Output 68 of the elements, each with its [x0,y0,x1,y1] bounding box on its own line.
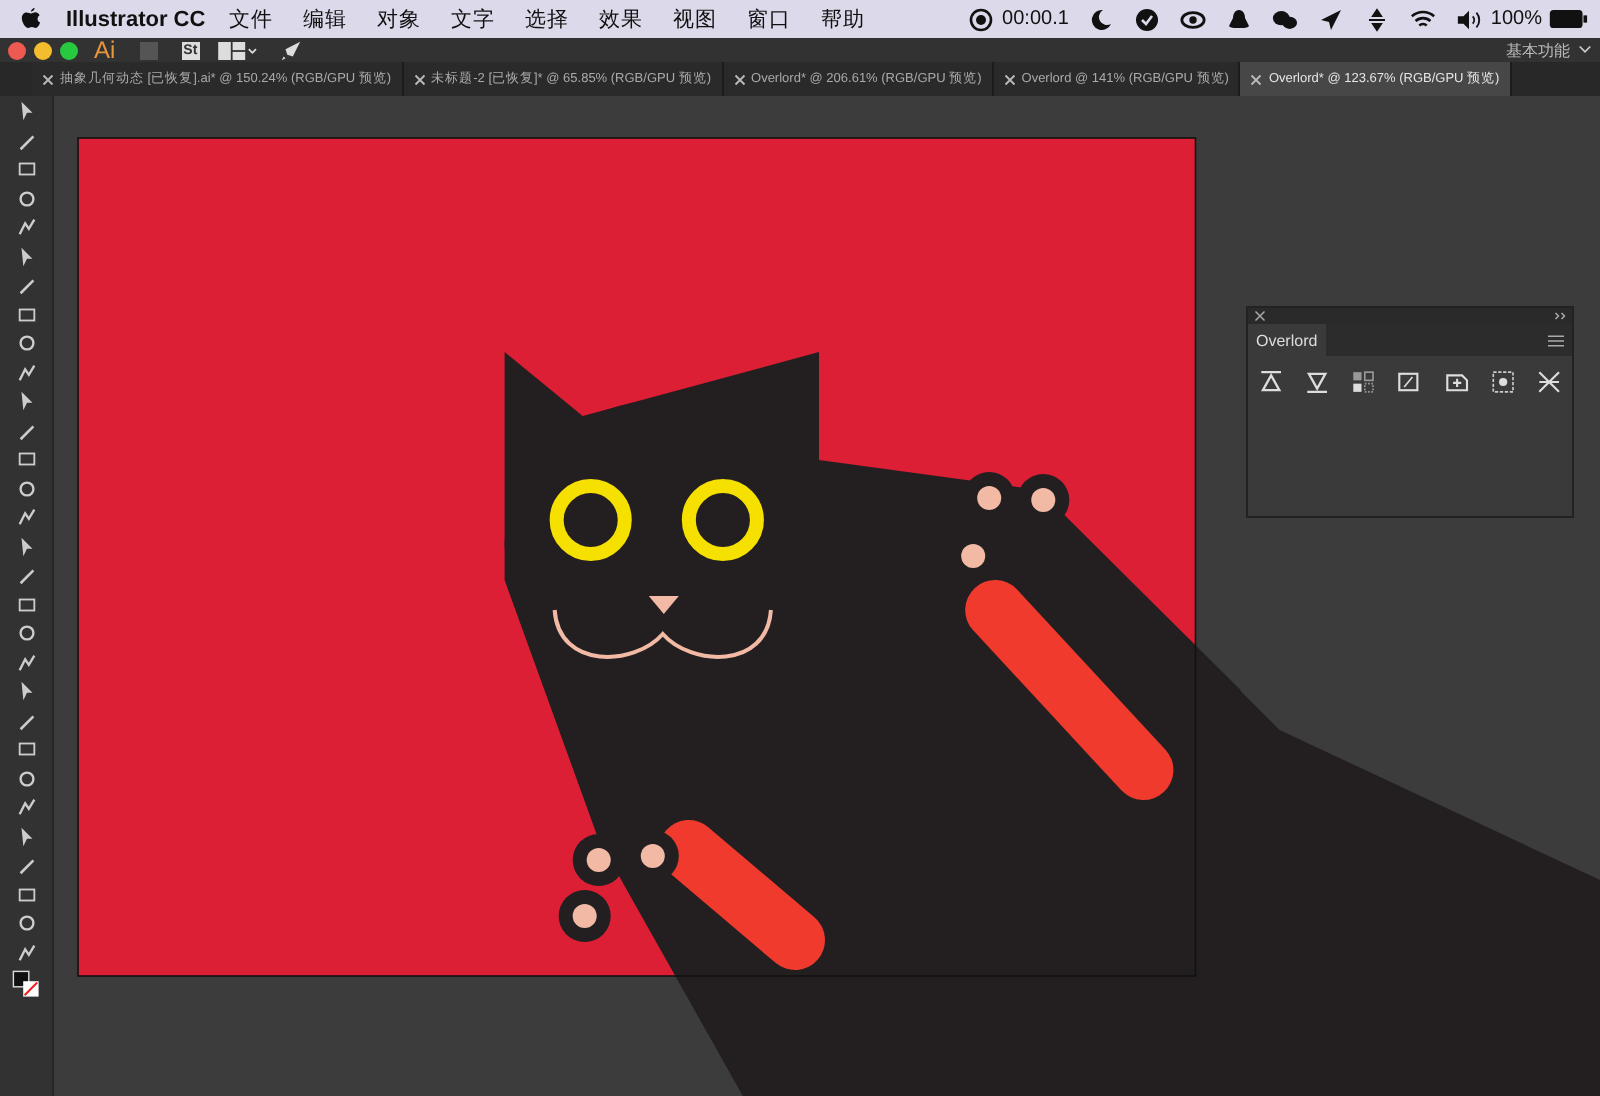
menu-item[interactable]: 选择 [525,5,570,33]
arrows-icon[interactable] [1364,7,1391,31]
close-icon[interactable] [42,73,54,85]
overlord-tool-icon[interactable] [1535,368,1562,396]
chat-bubbles-icon[interactable] [1272,7,1299,31]
tool-icon[interactable] [15,883,37,905]
close-icon[interactable] [733,73,746,85]
tool-icon[interactable] [15,158,37,180]
fill-stroke-swatch-icon[interactable] [12,970,40,998]
menu-icon[interactable] [1548,333,1564,347]
menu-item[interactable]: 效果 [599,5,644,33]
close-window-button[interactable] [8,41,26,59]
timer-text: 00:00.1 [1002,8,1069,30]
overlord-tool-icon[interactable] [1258,368,1285,396]
tool-icon[interactable] [15,941,37,963]
tool-icon[interactable] [15,361,37,383]
app-name-menu[interactable]: Illustrator CC [66,7,206,31]
overlord-tool-icon[interactable] [1443,368,1470,396]
tool-icon[interactable] [15,448,37,470]
tool-icon[interactable] [15,912,37,934]
menu-item[interactable]: 编辑 [303,5,348,33]
eye-icon[interactable] [1180,7,1207,31]
tool-icon[interactable] [15,506,37,528]
moon-icon[interactable] [1088,7,1115,31]
tool-icon[interactable] [15,651,37,673]
tool-icon[interactable] [15,622,37,644]
collapse-icon[interactable] [1554,310,1566,322]
tool-icon[interactable] [15,854,37,876]
tool-icon[interactable] [15,303,37,325]
menu-item[interactable]: 窗口 [747,5,792,33]
menu-item[interactable]: 视图 [673,5,718,33]
battery-icon[interactable] [1548,8,1588,30]
overlord-tool-icon[interactable] [1489,368,1516,396]
tool-icon[interactable] [15,738,37,760]
battery-percent: 100% [1490,8,1542,30]
overlord-tool-icon[interactable] [1350,368,1377,396]
tool-icon[interactable] [15,274,37,296]
tool-icon[interactable] [15,216,37,238]
tool-icon[interactable] [15,477,37,499]
speaker-icon[interactable] [1456,7,1483,31]
overlord-tool-icon[interactable] [1396,368,1424,396]
tool-icon[interactable] [15,564,37,586]
close-icon[interactable] [413,73,426,85]
panel-tab[interactable]: Overlord [1248,324,1326,356]
apple-logo-icon[interactable] [20,6,42,32]
minimize-window-button[interactable] [34,41,52,59]
wifi-icon[interactable] [1410,7,1437,31]
check-circle-icon[interactable] [1134,7,1161,31]
close-icon[interactable] [1250,73,1263,85]
paper-plane-icon[interactable] [1318,7,1345,31]
overlord-tool-icon[interactable] [1304,368,1331,396]
record-icon[interactable] [968,7,995,31]
chevron-down-icon[interactable] [1578,44,1592,56]
workspace-switcher[interactable]: 基本功能 [1506,39,1570,61]
close-icon[interactable] [1254,310,1266,322]
close-icon[interactable] [1003,73,1016,85]
tool-icon[interactable] [15,332,37,354]
tool-icon[interactable] [15,796,37,818]
menu-item[interactable]: 文件 [229,5,274,33]
zoom-window-button[interactable] [60,41,78,59]
tool-icon[interactable] [15,187,37,209]
menu-item[interactable]: 帮助 [821,5,866,33]
menu-item[interactable]: 对象 [377,5,422,33]
menu-item[interactable]: 文字 [451,5,496,33]
app-logo: Ai [94,38,116,62]
tool-icon[interactable] [15,767,37,789]
layout-grid-icon[interactable] [215,41,260,59]
tool-icon[interactable] [15,593,37,615]
